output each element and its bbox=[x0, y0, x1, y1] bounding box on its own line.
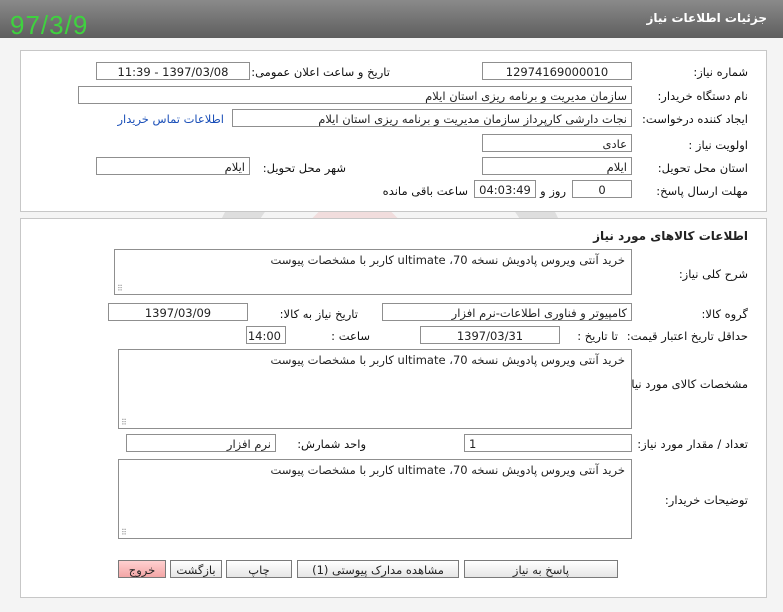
announce-date-field: 1397/03/08 - 11:39 bbox=[96, 62, 250, 80]
priority-label: اولویت نیاز : bbox=[688, 138, 748, 152]
print-button[interactable]: چاپ bbox=[226, 560, 292, 578]
hour-field: 14:00 bbox=[246, 326, 286, 344]
province-label: استان محل تحویل: bbox=[657, 161, 748, 175]
hour-label: ساعت : bbox=[331, 329, 370, 343]
province-field: ایلام bbox=[482, 157, 632, 175]
specs-textarea[interactable]: خرید آنتی ویروس پادویش نسخه 70، ultimate… bbox=[118, 349, 632, 429]
contact-info-link[interactable]: اطلاعات تماس خریدار bbox=[117, 112, 224, 126]
unit-field: نرم افزار bbox=[126, 434, 276, 452]
need-date-label: تاریخ نیاز به کالا: bbox=[279, 307, 358, 321]
reply-button[interactable]: پاسخ به نیاز bbox=[464, 560, 618, 578]
summary-text: خرید آنتی ویروس پادویش نسخه 70، ultimate… bbox=[270, 253, 625, 267]
resize-grip-icon[interactable]: ⠿ bbox=[121, 418, 127, 427]
creator-label: ایجاد کننده درخواست: bbox=[642, 112, 748, 126]
need-number-field: 12974169000010 bbox=[482, 62, 632, 80]
title-bar: جزئیات اطلاعات نیاز bbox=[0, 0, 783, 38]
quantity-field: 1 bbox=[464, 434, 632, 452]
unit-label: واحد شمارش: bbox=[297, 437, 366, 451]
min-price-date-label: حداقل تاریخ اعتبار قیمت: bbox=[626, 329, 748, 343]
time-remaining-label: ساعت باقی مانده bbox=[382, 184, 468, 198]
buyer-org-field: سازمان مدیریت و برنامه ریزی استان ایلام bbox=[78, 86, 632, 104]
goods-group-field: کامپیوتر و فناوری اطلاعات-نرم افزار bbox=[382, 303, 632, 321]
exit-button[interactable]: خروج bbox=[118, 560, 166, 578]
attachments-button[interactable]: مشاهده مدارک پیوستی (1) bbox=[297, 560, 459, 578]
goods-group-label: گروه کالا: bbox=[701, 307, 748, 321]
until-date-field: 1397/03/31 bbox=[420, 326, 560, 344]
goods-section-title: اطلاعات کالاهای مورد نیاز bbox=[593, 229, 748, 243]
back-button[interactable]: بازگشت bbox=[170, 560, 222, 578]
page-title: جزئیات اطلاعات نیاز bbox=[646, 11, 767, 25]
summary-label: شرح کلی نیاز: bbox=[678, 267, 748, 281]
resize-grip-icon[interactable]: ⠿ bbox=[117, 284, 123, 293]
days-label: روز و bbox=[540, 184, 566, 198]
goods-info-panel: اطلاعات کالاهای مورد نیاز شرح کلی نیاز: … bbox=[20, 218, 767, 598]
buyer-notes-label: توضیحات خریدار: bbox=[664, 493, 748, 507]
city-label: شهر محل تحویل: bbox=[262, 161, 346, 175]
creator-field: نجات دارشی کارپرداز سازمان مدیریت و برنا… bbox=[232, 109, 632, 127]
need-number-label: شماره نیاز: bbox=[693, 65, 748, 79]
summary-textarea[interactable]: خرید آنتی ویروس پادویش نسخه 70، ultimate… bbox=[114, 249, 632, 295]
priority-field: عادی bbox=[482, 134, 632, 152]
resize-grip-icon[interactable]: ⠿ bbox=[121, 528, 127, 537]
specs-label: مشخصات کالای مورد نیاز: bbox=[621, 377, 748, 391]
days-remaining-field: 0 bbox=[572, 180, 632, 198]
announce-date-label: تاریخ و ساعت اعلان عمومی: bbox=[251, 65, 390, 79]
quantity-label: تعداد / مقدار مورد نیاز: bbox=[637, 437, 748, 451]
specs-text: خرید آنتی ویروس پادویش نسخه 70، ultimate… bbox=[270, 353, 625, 367]
buyer-notes-text: خرید آنتی ویروس پادویش نسخه 70، ultimate… bbox=[270, 463, 625, 477]
buyer-notes-textarea[interactable]: خرید آنتی ویروس پادویش نسخه 70، ultimate… bbox=[118, 459, 632, 539]
buyer-org-label: نام دستگاه خریدار: bbox=[657, 89, 748, 103]
need-date-field: 1397/03/09 bbox=[108, 303, 248, 321]
time-remaining-field: 04:03:49 bbox=[474, 180, 536, 198]
deadline-label: مهلت ارسال پاسخ: bbox=[656, 184, 748, 198]
date-stamp: 97/3/9 bbox=[10, 10, 89, 40]
city-field: ایلام bbox=[96, 157, 250, 175]
until-date-label: تا تاریخ : bbox=[577, 329, 618, 343]
need-info-panel: شماره نیاز: 12974169000010 تاریخ و ساعت … bbox=[20, 50, 767, 212]
